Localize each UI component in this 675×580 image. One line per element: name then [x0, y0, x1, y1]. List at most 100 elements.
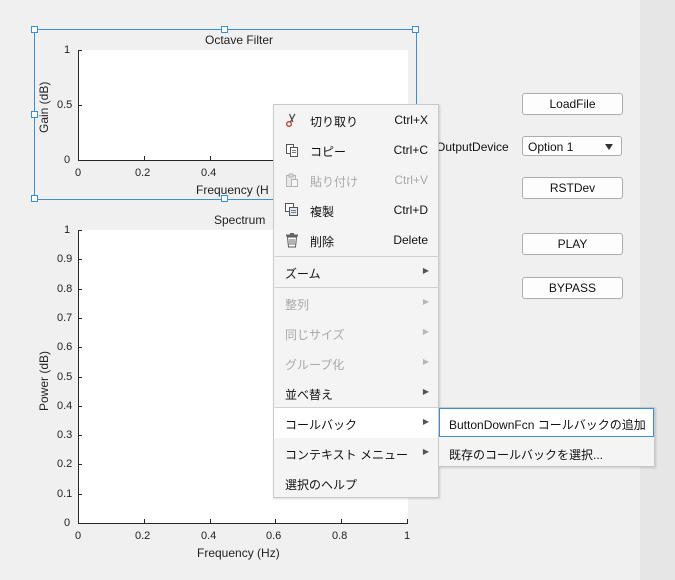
- spectrum-ytick-mark: [78, 435, 82, 436]
- chevron-right-icon: ▶: [422, 417, 429, 426]
- copy-icon: [286, 144, 298, 157]
- spectrum-xtick-mark: [275, 519, 276, 523]
- menu-item-help[interactable]: 選択のヘルプ: [274, 468, 438, 498]
- spectrum-xtick-mark: [210, 519, 211, 523]
- menu-item-duplicate[interactable]: 複製 Ctrl+D: [274, 195, 438, 225]
- menu-item-label: ズーム: [285, 267, 321, 281]
- menu-item-cut[interactable]: 切り取り Ctrl+X: [274, 105, 438, 135]
- spectrum-xtick-label: 0.8: [332, 530, 348, 542]
- spectrum-ytick-label: 1: [64, 224, 71, 236]
- menu-item-same-size[interactable]: 同じサイズ ▶: [274, 318, 438, 348]
- menu-item-label: 並べ替え: [285, 388, 334, 402]
- submenu-item-label: 既存のコールバックを選択...: [449, 448, 604, 462]
- menu-item-reorder[interactable]: 並べ替え ▶: [274, 378, 438, 408]
- play-button[interactable]: PLAY: [522, 233, 623, 255]
- context-menu: 切り取り Ctrl+X コピー Ctrl+C 貼り付け Ctrl+V 複製 Ct…: [273, 104, 439, 498]
- spectrum-ytick-mark: [78, 523, 82, 524]
- resize-handle-bottom-left[interactable]: [31, 195, 38, 202]
- spectrum-xtick-mark: [144, 519, 145, 523]
- spectrum-ytick-label: 0.6: [57, 341, 73, 353]
- spectrum-xtick-label: 1: [404, 530, 411, 542]
- resize-handle-bottom[interactable]: [221, 195, 228, 202]
- spectrum-ytick-label: 0.8: [57, 283, 73, 295]
- spectrum-ytick-mark: [78, 230, 82, 231]
- menu-item-label: 整列: [285, 298, 310, 312]
- scissors-icon: [286, 113, 296, 127]
- paste-icon: [286, 173, 298, 187]
- spectrum-ytick-mark: [78, 464, 82, 465]
- chevron-right-icon: ▶: [422, 447, 429, 456]
- menu-item-shortcut: Ctrl+V: [394, 173, 428, 187]
- output-device-dropdown[interactable]: Option 1: [522, 136, 622, 156]
- menu-item-label: コピー: [310, 145, 347, 159]
- spectrum-x-label: Frequency (Hz): [197, 546, 280, 560]
- submenu-item-label: ButtonDownFcn コールバックの追加: [449, 418, 646, 432]
- spectrum-ytick-label: 0.1: [57, 488, 73, 500]
- rst-dev-button[interactable]: RSTDev: [522, 177, 623, 199]
- menu-item-label: 削除: [310, 235, 335, 249]
- menu-item-callback[interactable]: コールバック ▶: [274, 408, 438, 438]
- spectrum-ytick-mark: [78, 494, 82, 495]
- submenu-item-select-existing[interactable]: 既存のコールバックを選択...: [439, 438, 654, 467]
- spectrum-ytick-label: 0: [64, 517, 71, 529]
- menu-item-group[interactable]: グループ化 ▶: [274, 348, 438, 378]
- menu-item-zoom[interactable]: ズーム ▶: [274, 257, 438, 287]
- chevron-right-icon: ▶: [422, 357, 429, 366]
- spectrum-xtick-label: 0: [75, 530, 82, 542]
- menu-item-align[interactable]: 整列 ▶: [274, 288, 438, 318]
- spectrum-x-axis: [78, 523, 408, 524]
- spectrum-ytick-mark: [78, 406, 82, 407]
- submenu-item-add-buttondownfcn[interactable]: ButtonDownFcn コールバックの追加: [439, 408, 654, 437]
- menu-item-label: 同じサイズ: [285, 328, 345, 342]
- menu-item-label: 複製: [310, 205, 335, 219]
- spectrum-xtick-label: 0.2: [135, 530, 151, 542]
- spectrum-ytick-mark: [78, 347, 82, 348]
- spectrum-ytick-mark: [78, 259, 82, 260]
- menu-item-label: コンテキスト メニュー: [285, 448, 408, 462]
- chevron-down-icon: [605, 144, 613, 150]
- output-device-label: OutputDevice: [436, 140, 509, 154]
- menu-item-paste[interactable]: 貼り付け Ctrl+V: [274, 165, 438, 195]
- chevron-right-icon: ▶: [422, 387, 429, 396]
- bypass-button[interactable]: BYPASS: [522, 277, 623, 299]
- menu-item-context-menu[interactable]: コンテキスト メニュー ▶: [274, 438, 438, 468]
- spectrum-ytick-label: 0.3: [57, 429, 73, 441]
- spectrum-ytick-label: 0.4: [57, 400, 73, 412]
- chevron-right-icon: ▶: [422, 266, 429, 275]
- resize-handle-top[interactable]: [221, 26, 228, 33]
- menu-item-shortcut: Ctrl+C: [393, 143, 428, 157]
- menu-item-label: 選択のヘルプ: [285, 478, 358, 492]
- trash-icon: [286, 233, 298, 248]
- menu-item-shortcut: Delete: [393, 233, 428, 247]
- output-device-value: Option 1: [528, 140, 574, 154]
- resize-handle-left[interactable]: [31, 111, 38, 118]
- spectrum-ytick-mark: [78, 318, 82, 319]
- chevron-right-icon: ▶: [422, 327, 429, 336]
- canvas-margin: [640, 0, 675, 580]
- spectrum-ytick-mark: [78, 289, 82, 290]
- spectrum-xtick-label: 0.6: [266, 530, 282, 542]
- spectrum-axes-title: Spectrum: [214, 213, 266, 227]
- menu-item-label: 切り取り: [310, 115, 359, 129]
- spectrum-ytick-label: 0.7: [57, 312, 73, 324]
- resize-handle-top-right[interactable]: [412, 26, 419, 33]
- chevron-right-icon: ▶: [422, 297, 429, 306]
- spectrum-xtick-mark: [341, 519, 342, 523]
- menu-item-shortcut: Ctrl+D: [393, 203, 428, 217]
- spectrum-xtick-mark: [407, 519, 408, 523]
- resize-handle-top-left[interactable]: [31, 26, 38, 33]
- spectrum-y-label: Power (dB): [37, 350, 51, 411]
- duplicate-icon: [285, 203, 298, 216]
- spectrum-ytick-label: 0.9: [57, 253, 73, 265]
- load-file-button[interactable]: LoadFile: [522, 93, 623, 115]
- menu-item-label: 貼り付け: [310, 175, 359, 189]
- menu-item-shortcut: Ctrl+X: [394, 113, 428, 127]
- menu-item-label: コールバック: [285, 418, 358, 432]
- callback-submenu: ButtonDownFcn コールバックの追加 既存のコールバックを選択...: [438, 407, 655, 467]
- spectrum-ytick-mark: [78, 377, 82, 378]
- menu-item-copy[interactable]: コピー Ctrl+C: [274, 135, 438, 165]
- menu-item-delete[interactable]: 削除 Delete: [274, 225, 438, 255]
- spectrum-ytick-label: 0.2: [57, 458, 73, 470]
- spectrum-xtick-label: 0.4: [201, 530, 217, 542]
- spectrum-ytick-label: 0.5: [57, 371, 73, 383]
